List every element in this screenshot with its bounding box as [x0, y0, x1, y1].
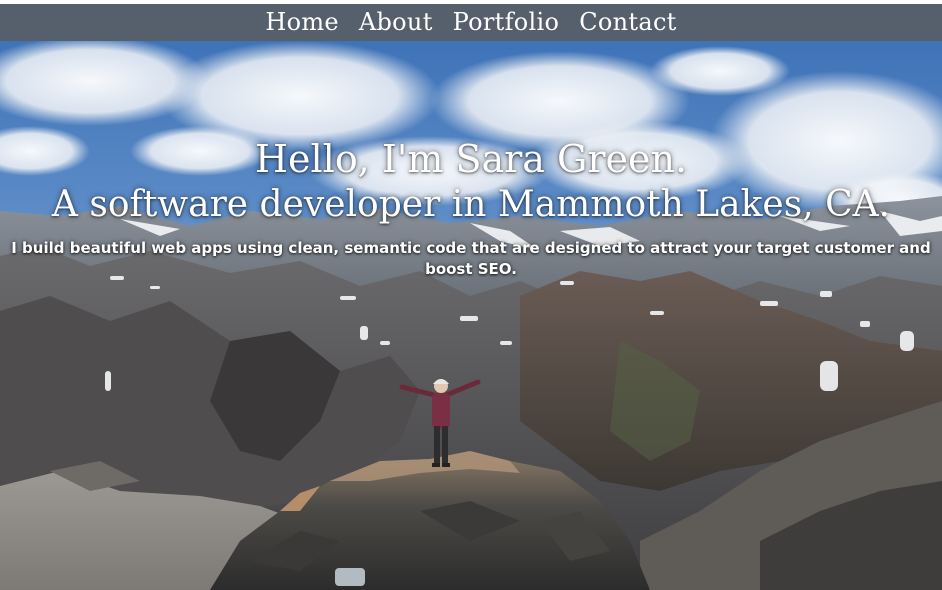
hero-headline-greeting: Hello, I'm Sara Green. [254, 137, 688, 181]
nav-link-home[interactable]: Home [265, 4, 339, 41]
hero-section: Hello, I'm Sara Green. A software develo… [0, 41, 942, 590]
nav-link-about[interactable]: About [359, 4, 433, 41]
hero-tagline: I build beautiful web apps using clean, … [11, 239, 931, 278]
page: Home About Portfolio Contact Hello, I'm … [0, 0, 942, 590]
hero-headline-role: A software developer in Mammoth Lakes, C… [51, 184, 891, 225]
nav-link-contact[interactable]: Contact [579, 4, 676, 41]
hero-background-image [0, 41, 942, 590]
nav-link-portfolio[interactable]: Portfolio [453, 4, 560, 41]
top-navigation: Home About Portfolio Contact [0, 4, 942, 41]
